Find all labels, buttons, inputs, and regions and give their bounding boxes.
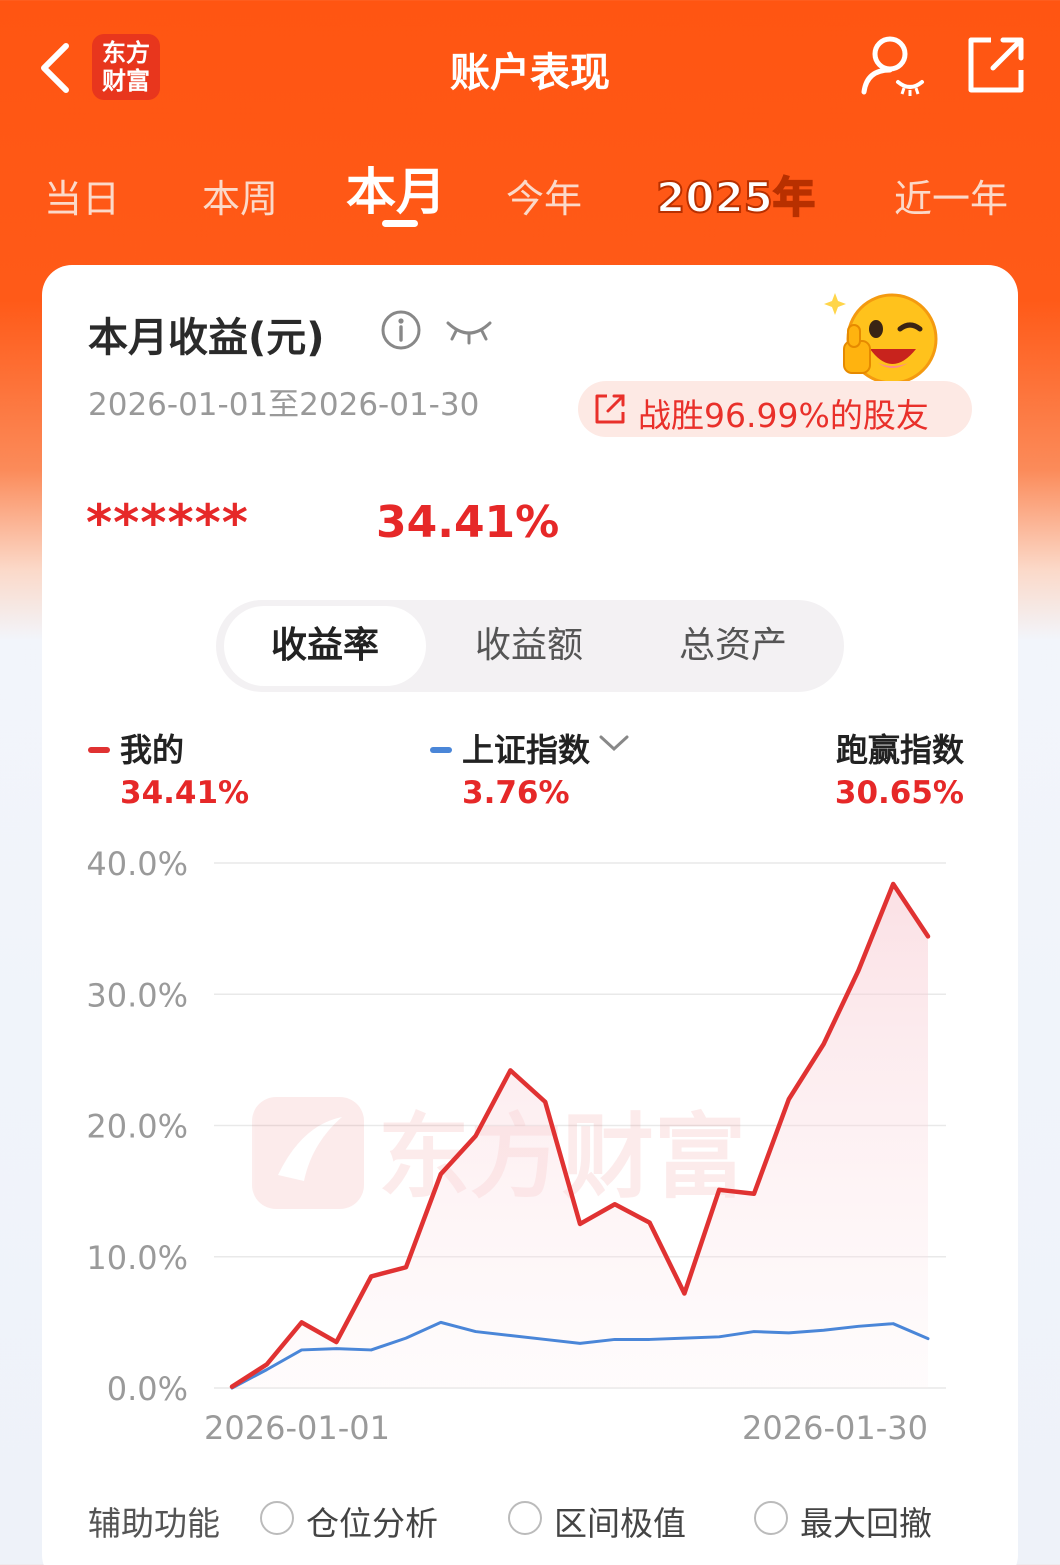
y-tick-label: 30.0% (86, 976, 188, 1014)
legend-mine-label: 我的 (120, 731, 185, 769)
legend-index-value: 3.76% (462, 775, 570, 811)
thumbs-up-emoji-icon (824, 293, 938, 385)
tab-last-year[interactable]: 近一年 (894, 168, 1008, 223)
aux-option-label: 仓位分析 (306, 1504, 438, 1543)
legend-index-label: 上证指数 (462, 731, 591, 769)
returns-card: 本月收益(元) 2026-01-01至2026-01-30 战胜96.99%的股… (42, 265, 1018, 1565)
radio-icon[interactable] (754, 1501, 788, 1535)
return-percent: 34.41% (376, 497, 560, 548)
date-range: 2026-01-01至2026-01-30 (88, 387, 480, 423)
tab-this-month[interactable]: 本月 (346, 152, 446, 224)
card-title: 本月收益(元) (88, 315, 325, 361)
y-tick-label: 10.0% (86, 1239, 188, 1277)
y-tick-label: 20.0% (86, 1108, 188, 1146)
x-tick-label: 2026-01-01 (204, 1409, 390, 1447)
info-icon[interactable] (380, 309, 422, 351)
segment-total-assets[interactable]: 总资产 (632, 606, 834, 686)
chevron-down-icon[interactable] (598, 733, 630, 753)
metric-segmented-control: 收益率 收益额 总资产 (216, 600, 844, 692)
aux-option-label: 最大回撤 (800, 1504, 932, 1543)
segment-return-amount[interactable]: 收益额 (428, 606, 630, 686)
masked-amount: ****** (86, 494, 249, 552)
tab-this-week[interactable]: 本周 (202, 168, 278, 223)
tab-2025[interactable]: 2025年 (655, 164, 816, 225)
tab-this-year[interactable]: 今年 (506, 168, 582, 223)
tab-today[interactable]: 当日 (44, 168, 120, 223)
share-small-icon (595, 394, 625, 424)
y-tick-label: 0.0% (107, 1370, 188, 1408)
active-tab-indicator (382, 220, 418, 227)
user-privacy-icon[interactable] (858, 32, 928, 98)
beat-peers-badge[interactable]: 战胜96.99%的股友 (578, 381, 972, 437)
top-bar: 东方 财富 账户表现 (0, 0, 1060, 130)
eye-closed-icon[interactable] (444, 315, 494, 345)
legend-mine-swatch (88, 747, 110, 753)
beat-peers-text: 战胜96.99%的股友 (638, 396, 929, 435)
radio-icon[interactable] (260, 1501, 294, 1535)
period-tabs: 当日 本周 本月 今年 2025年 近一年 (0, 150, 1060, 240)
returns-line-chart: 东方财富 40.0%30.0%20.0%10.0%0.0% 2026-01-01… (86, 845, 946, 1447)
aux-functions-label: 辅助功能 (88, 1504, 220, 1543)
legend-beat-label: 跑赢指数 (835, 731, 964, 769)
y-tick-label: 40.0% (86, 845, 188, 883)
segment-return-rate[interactable]: 收益率 (224, 606, 426, 686)
x-tick-label: 2026-01-30 (742, 1409, 928, 1447)
radio-icon[interactable] (508, 1501, 542, 1535)
aux-option-label: 区间极值 (554, 1504, 686, 1543)
share-icon[interactable] (965, 34, 1027, 96)
legend-mine-value: 34.41% (120, 775, 250, 811)
legend-index-swatch (430, 747, 452, 753)
legend-beat-value: 30.65% (834, 775, 964, 811)
